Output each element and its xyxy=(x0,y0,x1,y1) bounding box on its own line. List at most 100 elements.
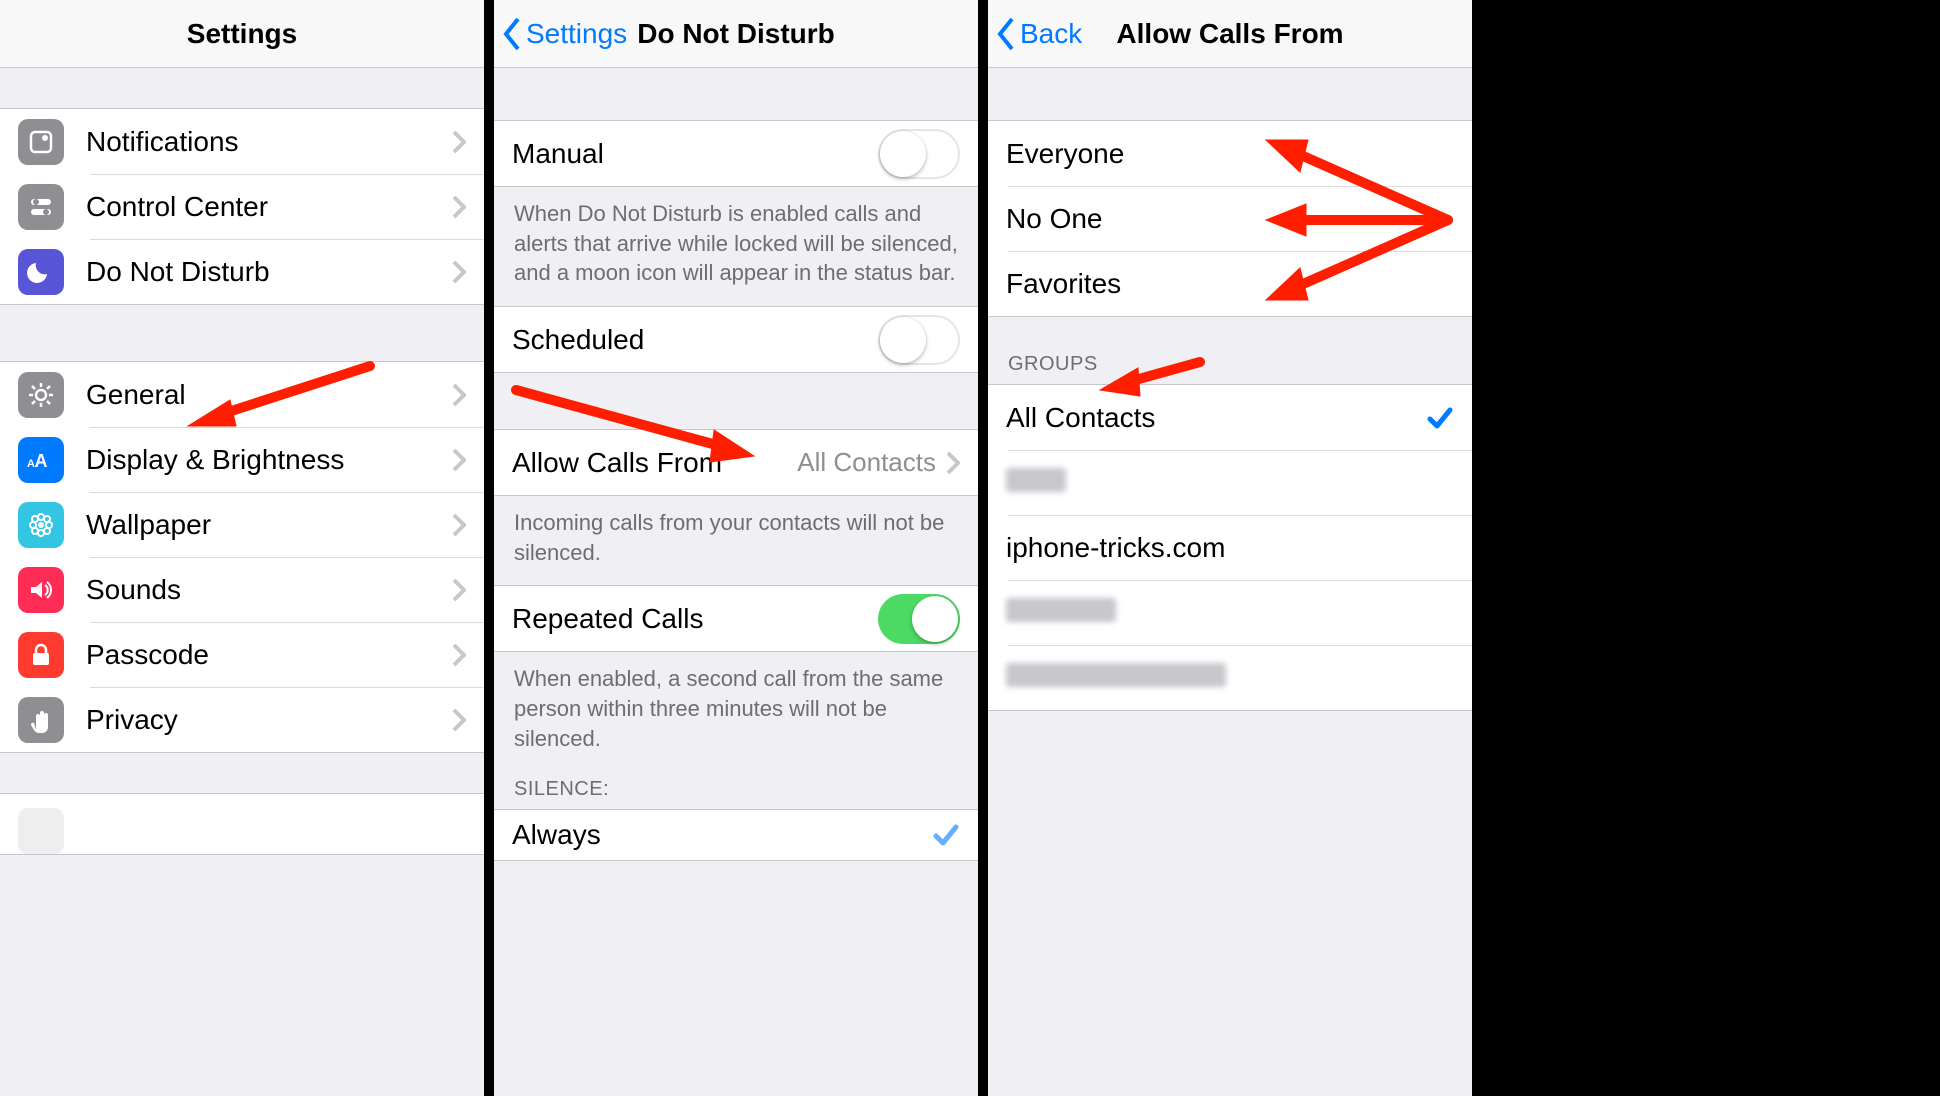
group-label xyxy=(1006,597,1454,629)
navbar: Back Allow Calls From xyxy=(988,0,1472,68)
allow-calls-from-row[interactable]: Allow Calls From All Contacts xyxy=(494,430,978,495)
dnd-icon xyxy=(18,249,64,295)
silence-always-label: Always xyxy=(512,819,932,851)
back-button[interactable]: Back xyxy=(996,0,1082,67)
screen-settings: Settings Notifications Control Center Do N… xyxy=(0,0,484,1096)
manual-toggle[interactable] xyxy=(878,129,960,179)
navbar: Settings Do Not Disturb xyxy=(494,0,978,68)
chevron-right-icon xyxy=(452,195,466,219)
chevron-left-icon xyxy=(996,17,1016,51)
group-label: All Contacts xyxy=(1006,402,1426,434)
display-icon xyxy=(18,437,64,483)
allow-top-group: Everyone No One Favorites xyxy=(988,120,1472,317)
notifications-icon xyxy=(18,119,64,165)
settings-item-privacy[interactable]: Privacy xyxy=(0,687,484,752)
silence-header: SILENCE: xyxy=(494,772,978,809)
passcode-icon xyxy=(18,632,64,678)
silence-group: Always xyxy=(494,809,978,861)
settings-item-label: Passcode xyxy=(86,639,452,671)
settings-group-c xyxy=(0,793,484,855)
settings-item[interactable] xyxy=(0,794,484,854)
settings-item-control-center[interactable]: Control Center xyxy=(0,174,484,239)
settings-item-notifications[interactable]: Notifications xyxy=(0,109,484,174)
option-label: Favorites xyxy=(1006,268,1454,300)
settings-item-wallpaper[interactable]: Wallpaper xyxy=(0,492,484,557)
screen-allow-calls: Back Allow Calls From Everyone No One Favo… xyxy=(988,0,1472,1096)
control-center-icon xyxy=(18,184,64,230)
settings-item-label: Control Center xyxy=(86,191,452,223)
back-button[interactable]: Settings xyxy=(502,0,627,67)
settings-item-passcode[interactable]: Passcode xyxy=(0,622,484,687)
chevron-right-icon xyxy=(452,448,466,472)
chevron-right-icon xyxy=(946,451,960,475)
scheduled-group: Scheduled xyxy=(494,306,978,373)
privacy-icon xyxy=(18,697,64,743)
group-label xyxy=(1006,467,1454,499)
nav-title: Settings xyxy=(187,18,297,50)
settings-item-label: Do Not Disturb xyxy=(86,256,452,288)
chevron-right-icon xyxy=(452,578,466,602)
sounds-icon xyxy=(18,567,64,613)
settings-item-label: Wallpaper xyxy=(86,509,452,541)
option-label: No One xyxy=(1006,203,1454,235)
chevron-right-icon xyxy=(452,383,466,407)
scheduled-row[interactable]: Scheduled xyxy=(494,307,978,372)
general-icon xyxy=(18,372,64,418)
settings-group-b: General Display & Brightness Wallpaper Soun… xyxy=(0,361,484,753)
allow-calls-footer: Incoming calls from your contacts will n… xyxy=(494,496,978,585)
repeated-group: Repeated Calls xyxy=(494,585,978,652)
allow-group-all-contacts[interactable]: All Contacts xyxy=(988,385,1472,450)
redacted-label xyxy=(1006,663,1226,687)
repeated-calls-row[interactable]: Repeated Calls xyxy=(494,586,978,651)
check-icon xyxy=(1426,404,1454,432)
chevron-left-icon xyxy=(502,17,522,51)
chevron-right-icon xyxy=(452,708,466,732)
redacted-label xyxy=(1006,598,1116,622)
allow-group-redacted[interactable] xyxy=(988,645,1472,710)
nav-title: Do Not Disturb xyxy=(637,18,835,50)
repeated-label: Repeated Calls xyxy=(512,603,878,635)
settings-group-a: Notifications Control Center Do Not Distur… xyxy=(0,108,484,305)
scheduled-label: Scheduled xyxy=(512,324,878,356)
check-icon xyxy=(932,821,960,849)
settings-item-label: Display & Brightness xyxy=(86,444,452,476)
settings-item-label: Sounds xyxy=(86,574,452,606)
manual-label: Manual xyxy=(512,138,878,170)
redacted-label xyxy=(1006,468,1066,492)
chevron-right-icon xyxy=(452,130,466,154)
manual-footer: When Do Not Disturb is enabled calls and… xyxy=(494,187,978,306)
settings-item-label: Privacy xyxy=(86,704,452,736)
settings-item-general[interactable]: General xyxy=(0,362,484,427)
groups-header: GROUPS xyxy=(988,347,1472,384)
manual-group: Manual xyxy=(494,120,978,187)
allow-option-favorites[interactable]: Favorites xyxy=(988,251,1472,316)
silence-always-row[interactable]: Always xyxy=(494,810,978,860)
group-label: iphone-tricks.com xyxy=(1006,532,1454,564)
allow-calls-label: Allow Calls From xyxy=(512,447,797,479)
screen-dnd: Settings Do Not Disturb Manual When Do N… xyxy=(494,0,978,1096)
back-label: Settings xyxy=(526,18,627,50)
settings-item-display-brightness[interactable]: Display & Brightness xyxy=(0,427,484,492)
settings-item-label: Notifications xyxy=(86,126,452,158)
icloud-icon xyxy=(18,808,64,854)
settings-item-label: General xyxy=(86,379,452,411)
allow-group-redacted[interactable] xyxy=(988,450,1472,515)
allow-option-everyone[interactable]: Everyone xyxy=(988,121,1472,186)
chevron-right-icon xyxy=(452,260,466,284)
back-label: Back xyxy=(1020,18,1082,50)
manual-row[interactable]: Manual xyxy=(494,121,978,186)
allow-group-redacted[interactable] xyxy=(988,580,1472,645)
chevron-right-icon xyxy=(452,513,466,537)
allow-groups-group: All Contacts iphone-tricks.com xyxy=(988,384,1472,711)
settings-item-do-not-disturb[interactable]: Do Not Disturb xyxy=(0,239,484,304)
settings-item-sounds[interactable]: Sounds xyxy=(0,557,484,622)
scheduled-toggle[interactable] xyxy=(878,315,960,365)
navbar: Settings xyxy=(0,0,484,68)
allow-group-iphone-tricks-com[interactable]: iphone-tricks.com xyxy=(988,515,1472,580)
repeated-toggle[interactable] xyxy=(878,594,960,644)
chevron-right-icon xyxy=(452,643,466,667)
allow-option-no-one[interactable]: No One xyxy=(988,186,1472,251)
group-label xyxy=(1006,662,1454,694)
repeated-footer: When enabled, a second call from the sam… xyxy=(494,652,978,771)
nav-title: Allow Calls From xyxy=(1116,18,1343,50)
